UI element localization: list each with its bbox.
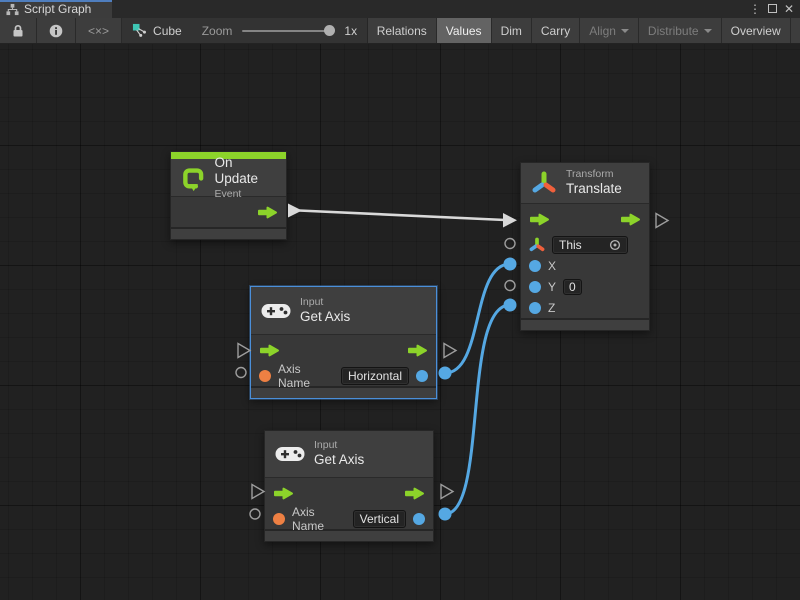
param-label: Axis Name (278, 362, 334, 390)
zoom-group: Zoom 1x (192, 18, 367, 43)
string-input-port[interactable] (273, 513, 285, 525)
gamepad-icon (261, 301, 291, 321)
close-icon[interactable]: ✕ (784, 3, 794, 15)
info-icon (49, 24, 63, 38)
value-wire-horizontal-to-x[interactable] (439, 258, 517, 380)
flow-output-port[interactable] (620, 213, 641, 226)
node-subtitle: Event (214, 188, 276, 201)
flow-input-port[interactable] (529, 213, 550, 226)
y-value-field[interactable]: 0 (563, 279, 582, 295)
flow-output-port[interactable] (404, 487, 425, 500)
zoom-label: Zoom (202, 24, 233, 38)
node-get-axis-horizontal[interactable]: Input Get Axis Axis Name Horizontal (250, 286, 437, 399)
chevron-down-icon (621, 29, 629, 33)
value-input-port-z[interactable] (529, 302, 541, 314)
external-port-this[interactable] (505, 239, 515, 249)
graph-target-label: Cube (153, 24, 182, 38)
tab-bar: Script Graph ⋮ ✕ (0, 0, 800, 18)
external-port-axisname-v[interactable] (250, 509, 260, 519)
carry-button[interactable]: Carry (532, 18, 580, 43)
node-translate[interactable]: Transform Translate This (520, 162, 650, 331)
param-label: Axis Name (292, 505, 346, 533)
axis-name-field[interactable]: Horizontal (341, 367, 409, 385)
external-flow-out-translate[interactable] (656, 214, 668, 228)
on-update-loop-icon (181, 165, 205, 191)
graph-canvas[interactable]: On Update Event Transf (0, 44, 800, 600)
node-footer (521, 318, 649, 330)
graph-hierarchy-icon (6, 3, 19, 16)
node-on-update[interactable]: On Update Event (170, 151, 287, 240)
values-button[interactable]: Values (437, 18, 492, 43)
info-button[interactable] (37, 18, 76, 43)
graph-pointer-icon (132, 23, 147, 38)
external-port-axisname-h[interactable] (236, 368, 246, 378)
node-title: Get Axis (314, 452, 364, 468)
tab-focus-accent (0, 0, 112, 2)
tab-script-graph[interactable]: Script Graph (0, 0, 112, 18)
node-category: Input (300, 296, 350, 309)
dim-button[interactable]: Dim (492, 18, 532, 43)
chevron-down-icon (704, 29, 712, 33)
value-input-port-x[interactable] (529, 260, 541, 272)
flow-output-port[interactable] (257, 206, 278, 219)
gamepad-icon (275, 444, 305, 464)
flow-output-port[interactable] (407, 344, 428, 357)
target-object-field[interactable]: This (552, 236, 628, 254)
object-picker-icon[interactable] (609, 239, 621, 251)
toolbar-right-cluster: Relations Values Dim Carry Align Distrib… (367, 18, 800, 43)
external-flow-in-getaxis-v[interactable] (252, 485, 264, 499)
lock-icon (12, 24, 24, 38)
flow-wire-on-update-to-translate[interactable] (288, 204, 517, 228)
node-title: On Update (214, 155, 276, 188)
full-screen-button[interactable]: Full Screen (791, 18, 800, 43)
align-dropdown[interactable]: Align (580, 18, 639, 43)
tab-title: Script Graph (24, 2, 91, 16)
axis-name-field[interactable]: Vertical (353, 510, 406, 528)
code-icon: <×> (88, 24, 109, 38)
node-title: Get Axis (300, 309, 350, 325)
port-label-z: Z (548, 301, 555, 315)
value-wire-vertical-to-z[interactable] (439, 299, 517, 521)
port-label-y: Y (548, 280, 556, 294)
graph-toolbar: <×> Cube Zoom 1x Relations Values Dim Ca… (0, 18, 800, 44)
maximize-icon[interactable] (768, 3, 777, 15)
transform-icon-small (529, 237, 545, 253)
relations-button[interactable]: Relations (368, 18, 437, 43)
graph-pointer-group: Cube (122, 18, 192, 43)
lock-button[interactable] (0, 18, 37, 43)
external-flow-out-getaxis-h[interactable] (444, 344, 456, 358)
node-footer (171, 227, 286, 239)
node-category: Input (314, 439, 364, 452)
node-get-axis-vertical[interactable]: Input Get Axis Axis Name Vertical (264, 430, 434, 542)
window-controls: ⋮ ✕ (749, 0, 800, 18)
node-category: Transform (566, 168, 622, 181)
external-port-y[interactable] (505, 281, 515, 291)
overview-button[interactable]: Overview (722, 18, 791, 43)
zoom-value: 1x (344, 24, 357, 38)
port-label-x: X (548, 259, 556, 273)
flow-input-port[interactable] (259, 344, 280, 357)
zoom-slider-handle[interactable] (324, 25, 335, 36)
zoom-slider[interactable] (242, 30, 334, 32)
external-flow-out-getaxis-v[interactable] (441, 485, 453, 499)
distribute-dropdown[interactable]: Distribute (639, 18, 722, 43)
node-title: Translate (566, 181, 622, 197)
edit-source-button[interactable]: <×> (76, 18, 122, 43)
string-input-port[interactable] (259, 370, 271, 382)
external-flow-in-getaxis-h[interactable] (238, 344, 250, 358)
transform-icon (531, 170, 557, 196)
value-output-port[interactable] (416, 370, 428, 382)
value-output-port[interactable] (413, 513, 425, 525)
value-input-port-y[interactable] (529, 281, 541, 293)
node-footer (265, 529, 433, 541)
menu-icon[interactable]: ⋮ (749, 3, 761, 15)
script-graph-window: Script Graph ⋮ ✕ <×> (0, 0, 800, 600)
flow-input-port[interactable] (273, 487, 294, 500)
